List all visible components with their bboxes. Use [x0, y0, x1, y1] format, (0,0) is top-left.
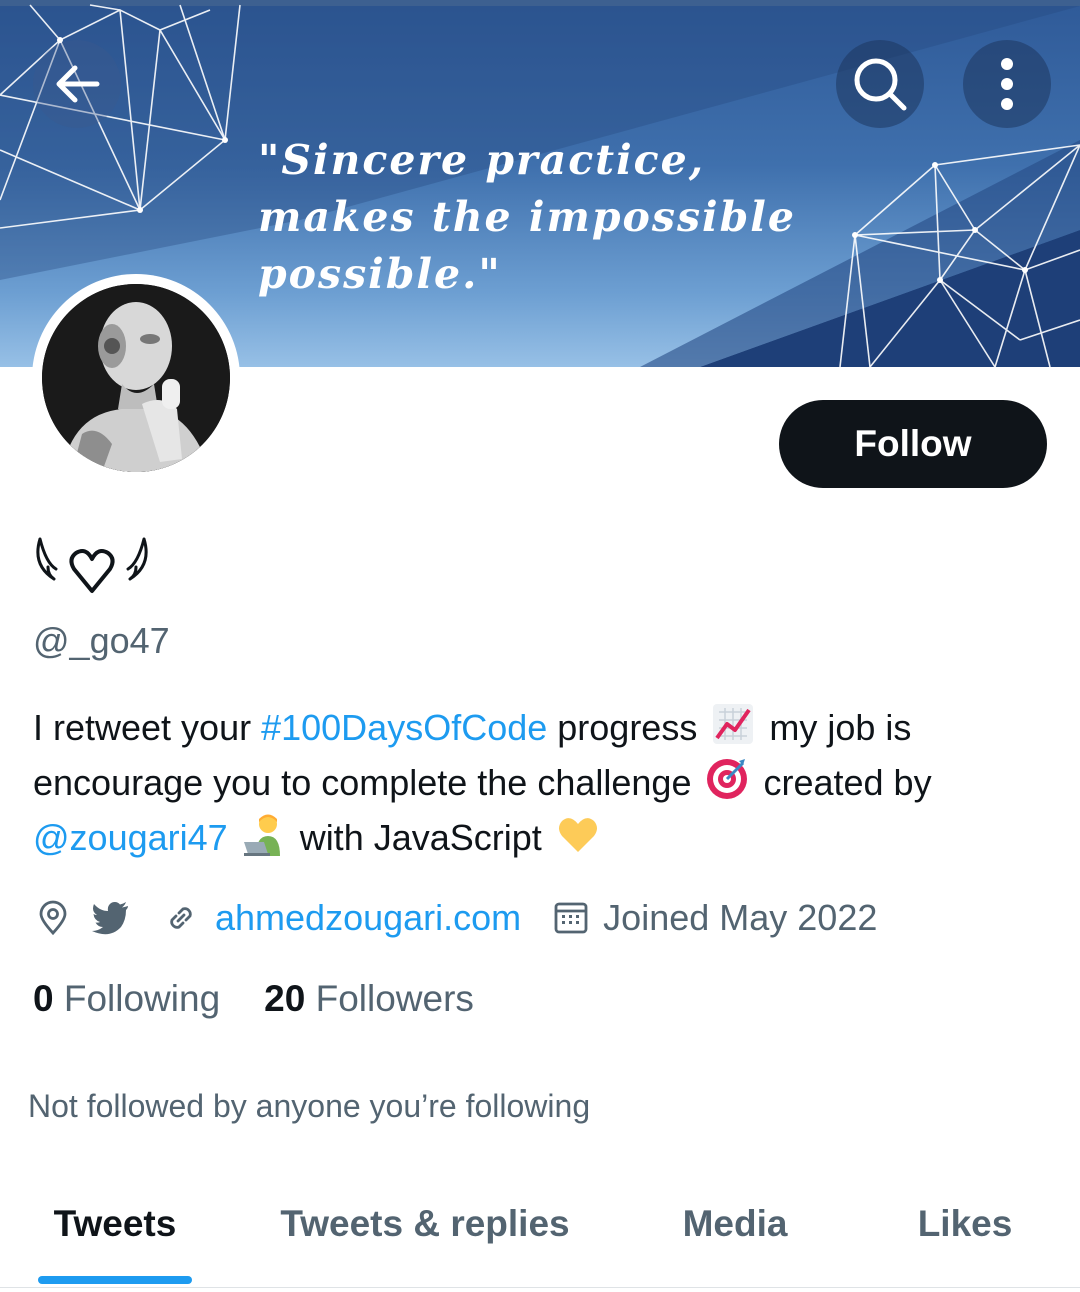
- active-tab-indicator: [38, 1276, 192, 1284]
- bio-text: with JavaScript: [289, 817, 552, 858]
- mention-link[interactable]: @zougari47: [33, 817, 228, 858]
- website-link[interactable]: ahmedzougari.com: [215, 897, 521, 939]
- search-icon: [854, 58, 907, 111]
- following-count: 0: [33, 978, 54, 1019]
- tab-media[interactable]: Media: [640, 1160, 830, 1287]
- profile-tabs: Tweets Tweets & replies Media Likes: [0, 1160, 1080, 1288]
- tab-likes[interactable]: Likes: [860, 1160, 1070, 1287]
- tab-tweets[interactable]: Tweets: [20, 1160, 210, 1287]
- bio-text: created by: [753, 762, 932, 803]
- more-vertical-icon: [1001, 58, 1013, 110]
- followers-count: 20: [264, 978, 306, 1019]
- back-button[interactable]: [33, 40, 121, 128]
- yellow-heart-icon: [558, 818, 597, 852]
- profile-handle: @_go47: [33, 620, 170, 661]
- technologist-icon: [243, 814, 280, 856]
- profile-meta: ahmedzougari.com Joined May 2022: [33, 890, 877, 946]
- joined-date: Joined May 2022: [603, 897, 878, 938]
- followers-label: Followers: [315, 978, 474, 1019]
- search-button[interactable]: [836, 40, 924, 128]
- location-pin-icon: [33, 898, 73, 938]
- following-label: Following: [63, 978, 221, 1019]
- arrow-left-icon: [56, 65, 100, 103]
- robot-avatar-image: [42, 284, 230, 472]
- followers-link[interactable]: 20 Followers: [264, 978, 474, 1020]
- follow-button[interactable]: Follow: [779, 400, 1047, 488]
- follow-stats: 0 Following 20 Followers: [33, 978, 474, 1020]
- not-followed-notice: Not followed by anyone you’re following: [28, 1088, 591, 1124]
- calendar-icon: [551, 898, 591, 938]
- hashtag-link[interactable]: #100DaysOfCode: [261, 707, 547, 748]
- more-options-button[interactable]: [963, 40, 1051, 128]
- tab-tweets-and-replies[interactable]: Tweets & replies: [240, 1160, 610, 1287]
- link-icon: [161, 898, 201, 938]
- following-link[interactable]: 0 Following: [33, 978, 220, 1020]
- direct-hit-icon: [707, 759, 748, 799]
- bio-text: I retweet your: [33, 707, 262, 748]
- profile-bio: I retweet your #100DaysOfCode progress m…: [33, 700, 1043, 865]
- banner-quote: "Sincere practice, makes the impossible …: [258, 136, 796, 298]
- chart-increasing-icon: [713, 704, 754, 744]
- twitter-bird-icon: [91, 898, 131, 938]
- bio-text: progress: [547, 707, 708, 748]
- wings-heart-icon: [36, 537, 148, 593]
- display-name: [34, 535, 150, 609]
- profile-avatar[interactable]: [32, 274, 240, 482]
